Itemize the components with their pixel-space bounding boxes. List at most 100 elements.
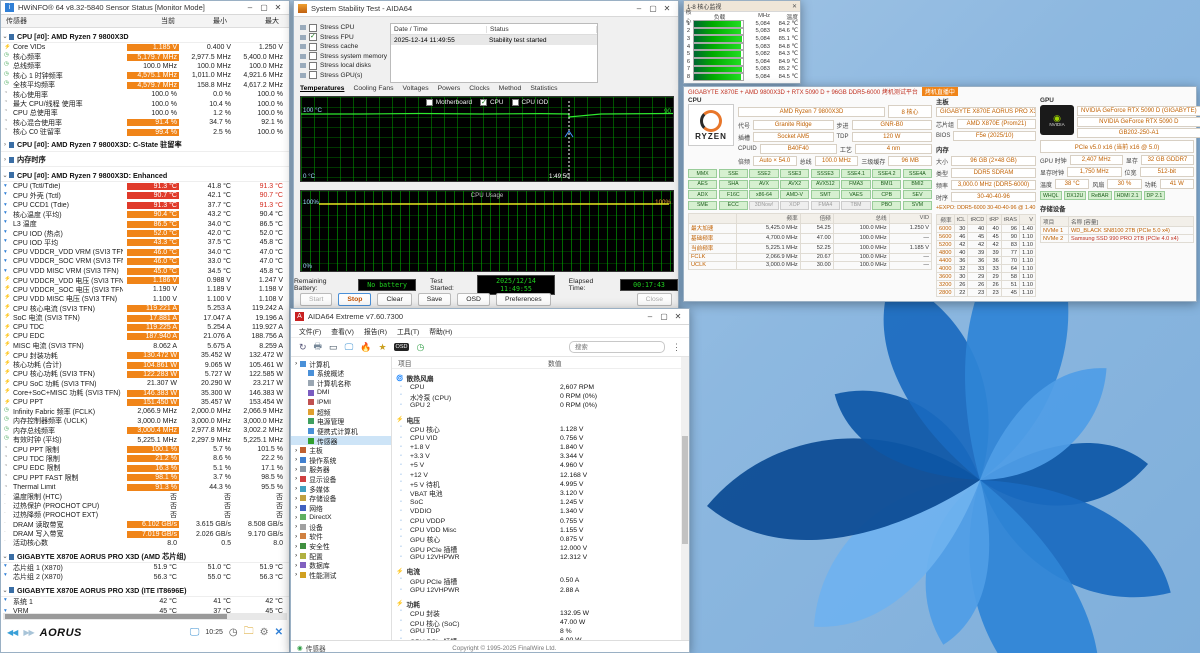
- sensor-row[interactable]: ▾CPU CCD1 (Tdie)91.3 °C37.7 °C91.3 °C: [1, 201, 289, 210]
- stress-option[interactable]: Stress CPU: [300, 23, 386, 33]
- tab-temperatures[interactable]: Temperatures: [300, 85, 344, 92]
- close-icon[interactable]: ✕: [660, 4, 674, 13]
- value-row[interactable]: ◦水冷泵 (CPU)0 RPM (0%): [396, 392, 689, 401]
- checkbox[interactable]: [309, 24, 317, 32]
- sensor-row[interactable]: ⚡CPU VDD MISC 电压 (SVI3 TFN)1.100 V1.100 …: [1, 295, 289, 304]
- refresh-icon[interactable]: ↻: [299, 342, 307, 353]
- sensor-row[interactable]: ◔CPU 总使用率100.0 %1.2 %100.0 %: [1, 109, 289, 118]
- sensor-row[interactable]: ⚡CPU VDDCR_SOC 电压 (SVI3 TFN)1.190 V1.189…: [1, 285, 289, 294]
- sidebar-item-配置[interactable]: ›配置: [291, 551, 391, 561]
- test-log-table[interactable]: Date / Time Status 2025-12-14 11:49:55 S…: [390, 23, 598, 83]
- sensor-row[interactable]: ⚡SoC 电流 (SVI3 TFN)17.881 A17.047 A19.196…: [1, 313, 289, 322]
- sensor-section-header[interactable]: ⌄GIGABYTE X870E AORUS PRO X3D (ITE IT869…: [1, 585, 289, 597]
- burn-in-flame-icon[interactable]: 🔥: [360, 342, 371, 353]
- sensor-row[interactable]: ◷内存控制器频率 (UCLK)3,000.0 MHz3,000.0 MHz3,0…: [1, 417, 289, 426]
- sensor-row[interactable]: ⚡CPU SoC 功耗 (SVI3 TFN)21.307 W20.290 W23…: [1, 379, 289, 388]
- menu-item[interactable]: 文件(F): [299, 326, 321, 336]
- forward-arrows-icon[interactable]: ▶▶: [23, 628, 33, 637]
- exit-icon[interactable]: ✕: [275, 627, 283, 638]
- favorites-icon[interactable]: ★: [378, 342, 386, 353]
- preferences-button[interactable]: Preferences: [496, 293, 551, 306]
- stress-option[interactable]: Stress GPU(s): [300, 71, 386, 81]
- hwinfo-horizontal-scrollbar[interactable]: [3, 613, 287, 620]
- sensor-row[interactable]: ◷核心 1 时钟频率4,575.1 MHz1,011.0 MHz4,921.6 …: [1, 71, 289, 80]
- sensor-row[interactable]: ·过热保护 (PROCHOT CPU)否否否: [1, 501, 289, 510]
- sensor-row[interactable]: ·活动核心数8.00.58.0: [1, 539, 289, 548]
- sensor-row[interactable]: ·温度限制 (HTC)否否否: [1, 492, 289, 501]
- sensor-row[interactable]: ⚡CPU TDC119.225 A5.254 A119.927 A: [1, 323, 289, 332]
- sidebar-item-数据库[interactable]: ›数据库: [291, 560, 391, 570]
- sensor-row[interactable]: ◷内存总线频率3,000.4 MHz2,977.8 MHz3,002.2 MHz: [1, 426, 289, 435]
- remote-monitor-icon[interactable]: 🖵: [190, 627, 200, 638]
- aida-titlebar[interactable]: A AIDA64 Extreme v7.60.7300 – ▢ ✕: [291, 309, 689, 325]
- sidebar-item-计算机名称[interactable]: 计算机名称: [291, 378, 391, 388]
- log-row[interactable]: 2025-12-14 11:49:55 Stability test start…: [391, 35, 597, 45]
- value-row[interactable]: ◦CPU 核心 (SoC)47.00 W: [396, 618, 689, 627]
- close-icon[interactable]: ✕: [671, 312, 685, 321]
- sensor-row[interactable]: ◔最大 CPU/线程 使用率100.0 %10.4 %100.0 %: [1, 99, 289, 108]
- clear-button[interactable]: Clear: [377, 293, 411, 306]
- hwinfo-sensor-table[interactable]: ⌄CPU [#0]: AMD Ryzen 7 9800X3D⚡Core VIDs…: [1, 28, 289, 613]
- minimize-icon[interactable]: –: [243, 3, 257, 12]
- sidebar-item-主板[interactable]: ›主板: [291, 445, 391, 455]
- sensor-row[interactable]: ◷核心频率5,179.7 MHz2,977.5 MHz5,400.0 MHz: [1, 52, 289, 61]
- sensor-row[interactable]: ▾CPU 外壳 (Tctl)90.7 °C42.1 °C90.7 °C: [1, 191, 289, 200]
- sensor-row[interactable]: ⚡CPU 封装功耗130.472 W35.452 W132.472 W: [1, 351, 289, 360]
- value-row[interactable]: ◦GPU PCIe 插槽6.00 W: [396, 636, 689, 640]
- sensor-row[interactable]: ▾CPU (Tctl/Tdie)91.3 °C41.8 °C91.3 °C: [1, 182, 289, 191]
- stress-option[interactable]: Stress cache: [300, 42, 386, 52]
- sensor-row[interactable]: ·DRAM 读取带宽6.102 GB/s3.615 GB/s8.508 GB/s: [1, 520, 289, 529]
- network-monitors-icon[interactable]: 🖵: [345, 342, 354, 353]
- sidebar-item-传感器[interactable]: 传感器: [291, 436, 391, 446]
- sensor-row[interactable]: ·DRAM 写入带宽7.019 GB/s2.026 GB/s9.170 GB/s: [1, 529, 289, 538]
- summary-icon[interactable]: ▭: [329, 342, 338, 353]
- value-row[interactable]: ◦CPU VID0.756 V: [396, 434, 689, 443]
- sensor-row[interactable]: ▾CPU IOD (热点)52.0 °C42.0 °C52.0 °C: [1, 229, 289, 238]
- minimize-icon[interactable]: –: [632, 4, 646, 13]
- stop-button[interactable]: Stop: [338, 293, 371, 306]
- sidebar-item-计算机[interactable]: ›计算机: [291, 359, 391, 369]
- sensor-row[interactable]: ◔CPU TDC 限制21.2 %8.6 %22.2 %: [1, 454, 289, 463]
- menu-item[interactable]: 工具(T): [397, 326, 419, 336]
- value-row[interactable]: ◦VBAT 电池3.120 V: [396, 489, 689, 498]
- sidebar-item-服务器[interactable]: ›服务器: [291, 465, 391, 475]
- sensor-row[interactable]: ⚡CPU VDDCR_VDD 电压 (SVI3 TFN)1.186 V0.988…: [1, 276, 289, 285]
- sensor-row[interactable]: ◔CPU PPT 限制100.1 %5.7 %101.5 %: [1, 445, 289, 454]
- sidebar-item-显示设备[interactable]: ›显示设备: [291, 474, 391, 484]
- sensor-row[interactable]: ◷总线频率100.0 MHz100.0 MHz100.0 MHz: [1, 62, 289, 71]
- sensor-row[interactable]: ◔核心 C0 驻留率99.4 %2.5 %100.0 %: [1, 128, 289, 137]
- value-row[interactable]: ◦+3.3 V3.344 V: [396, 452, 689, 461]
- sensor-row[interactable]: ◷全核平均频率4,579.7 MHz158.8 MHz4,617.2 MHz: [1, 81, 289, 90]
- value-row[interactable]: ◦+5 V4.960 V: [396, 461, 689, 470]
- back-arrows-icon[interactable]: ◀◀: [7, 628, 17, 637]
- tab-clocks[interactable]: Clocks: [469, 85, 489, 92]
- checkbox[interactable]: [309, 62, 317, 70]
- sensor-row[interactable]: ▾CPU VDDCR_SOC VRM (SVI3 TFN)46.0 °C33.0…: [1, 257, 289, 266]
- settings-gear-icon[interactable]: ⚙: [260, 627, 269, 638]
- sensor-section-header[interactable]: ⌄GIGABYTE X870E AORUS PRO X3D (AMD 芯片组): [1, 551, 289, 563]
- close-icon[interactable]: ✕: [792, 3, 797, 10]
- sensor-row[interactable]: ⚡CPU 核心功耗 (SVI3 TFN)122.283 W5.727 W122.…: [1, 370, 289, 379]
- tab-powers[interactable]: Powers: [438, 85, 461, 92]
- stress-option[interactable]: Stress local disks: [300, 61, 386, 71]
- sidebar-item-存储设备[interactable]: ›存储设备: [291, 493, 391, 503]
- checkbox[interactable]: [309, 71, 317, 79]
- minimize-icon[interactable]: –: [643, 312, 657, 321]
- value-row[interactable]: ◦+1.8 V1.840 V: [396, 443, 689, 452]
- sidebar-item-网络[interactable]: ›网络: [291, 503, 391, 513]
- tab-voltages[interactable]: Voltages: [403, 85, 429, 92]
- sensor-row[interactable]: ▾系统 142 °C41 °C42 °C: [1, 597, 289, 606]
- sensor-row[interactable]: ◷Infinity Fabric 频率 (FCLK)2,066.9 MHz2,0…: [1, 407, 289, 416]
- osd-icon[interactable]: OSD: [394, 343, 410, 351]
- sensor-row[interactable]: ⚡Core VIDs1.185 V0.400 V1.250 V: [1, 43, 289, 52]
- value-row[interactable]: ◦GPU PCIe 插槽12.000 V: [396, 544, 689, 553]
- sensor-row[interactable]: ◔Thermal Limit91.3 %44.3 %95.5 %: [1, 482, 289, 491]
- more-menu-icon[interactable]: ⋮: [672, 342, 681, 353]
- maximize-icon[interactable]: ▢: [657, 312, 671, 321]
- hwinfo-titlebar[interactable]: i HWiNFO® 64 v8.32-5840 Sensor Status [M…: [1, 1, 289, 15]
- checkbox[interactable]: [309, 33, 317, 41]
- sensor-row[interactable]: ▾L3 温度86.5 °C34.0 °C86.5 °C: [1, 219, 289, 228]
- sensor-section-header[interactable]: ›内存时序: [1, 155, 289, 167]
- sidebar-item-DirectX[interactable]: ›DirectX: [291, 513, 391, 523]
- sensor-section-header[interactable]: ⌄CPU [#0]: AMD Ryzen 7 9800X3D: Enhanced: [1, 170, 289, 182]
